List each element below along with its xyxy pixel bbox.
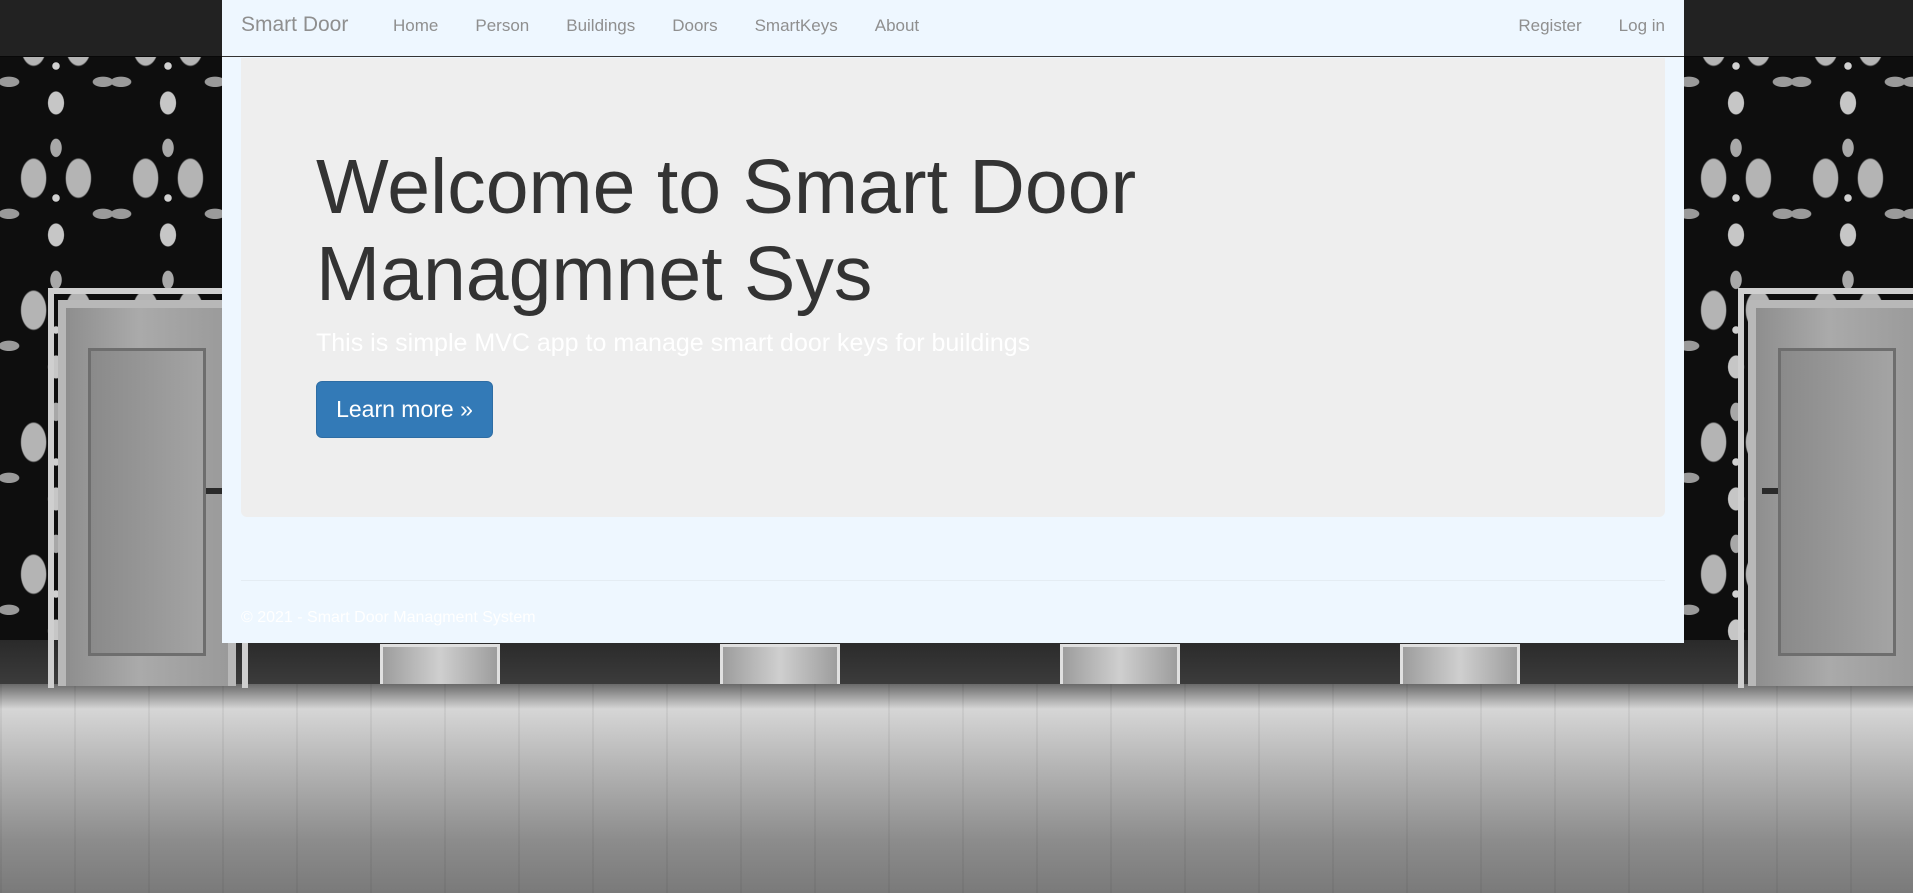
jumbotron: Welcome to Smart Door Managmnet Sys This… (241, 58, 1665, 517)
navbar: Smart Door Home Person Buildings Doors S… (222, 0, 1684, 57)
background-door (58, 300, 236, 686)
learn-more-button[interactable]: Learn more » (316, 381, 493, 438)
background-far-door (1060, 644, 1180, 686)
door-handle (206, 488, 222, 494)
nav-item-buildings[interactable]: Buildings (566, 16, 635, 36)
main-container: Smart Door Home Person Buildings Doors S… (222, 0, 1684, 643)
account-menu: Register Log in (1518, 16, 1665, 36)
nav-menu: Home Person Buildings Doors SmartKeys Ab… (393, 16, 956, 36)
login-link[interactable]: Log in (1619, 16, 1665, 36)
floor (0, 684, 1913, 893)
nav-item-smartkeys[interactable]: SmartKeys (755, 16, 838, 36)
nav-item-home[interactable]: Home (393, 16, 438, 36)
register-link[interactable]: Register (1518, 16, 1581, 36)
background-far-door (380, 644, 500, 686)
door-handle (1762, 488, 1778, 494)
background-far-door (720, 644, 840, 686)
wall-base (0, 640, 1913, 686)
nav-item-about[interactable]: About (875, 16, 919, 36)
page-title: Welcome to Smart Door Managmnet Sys (316, 144, 1137, 317)
background-door (1748, 300, 1913, 686)
footer-divider (241, 580, 1665, 581)
door-panel (1778, 348, 1896, 656)
nav-item-person[interactable]: Person (475, 16, 529, 36)
lead-text: This is simple MVC app to manage smart d… (316, 329, 1031, 357)
footer-copyright: © 2021 - Smart Door Managment System (241, 609, 536, 626)
nav-item-doors[interactable]: Doors (672, 16, 717, 36)
door-panel (88, 348, 206, 656)
brand-link[interactable]: Smart Door (241, 13, 348, 37)
background-far-door (1400, 644, 1520, 686)
